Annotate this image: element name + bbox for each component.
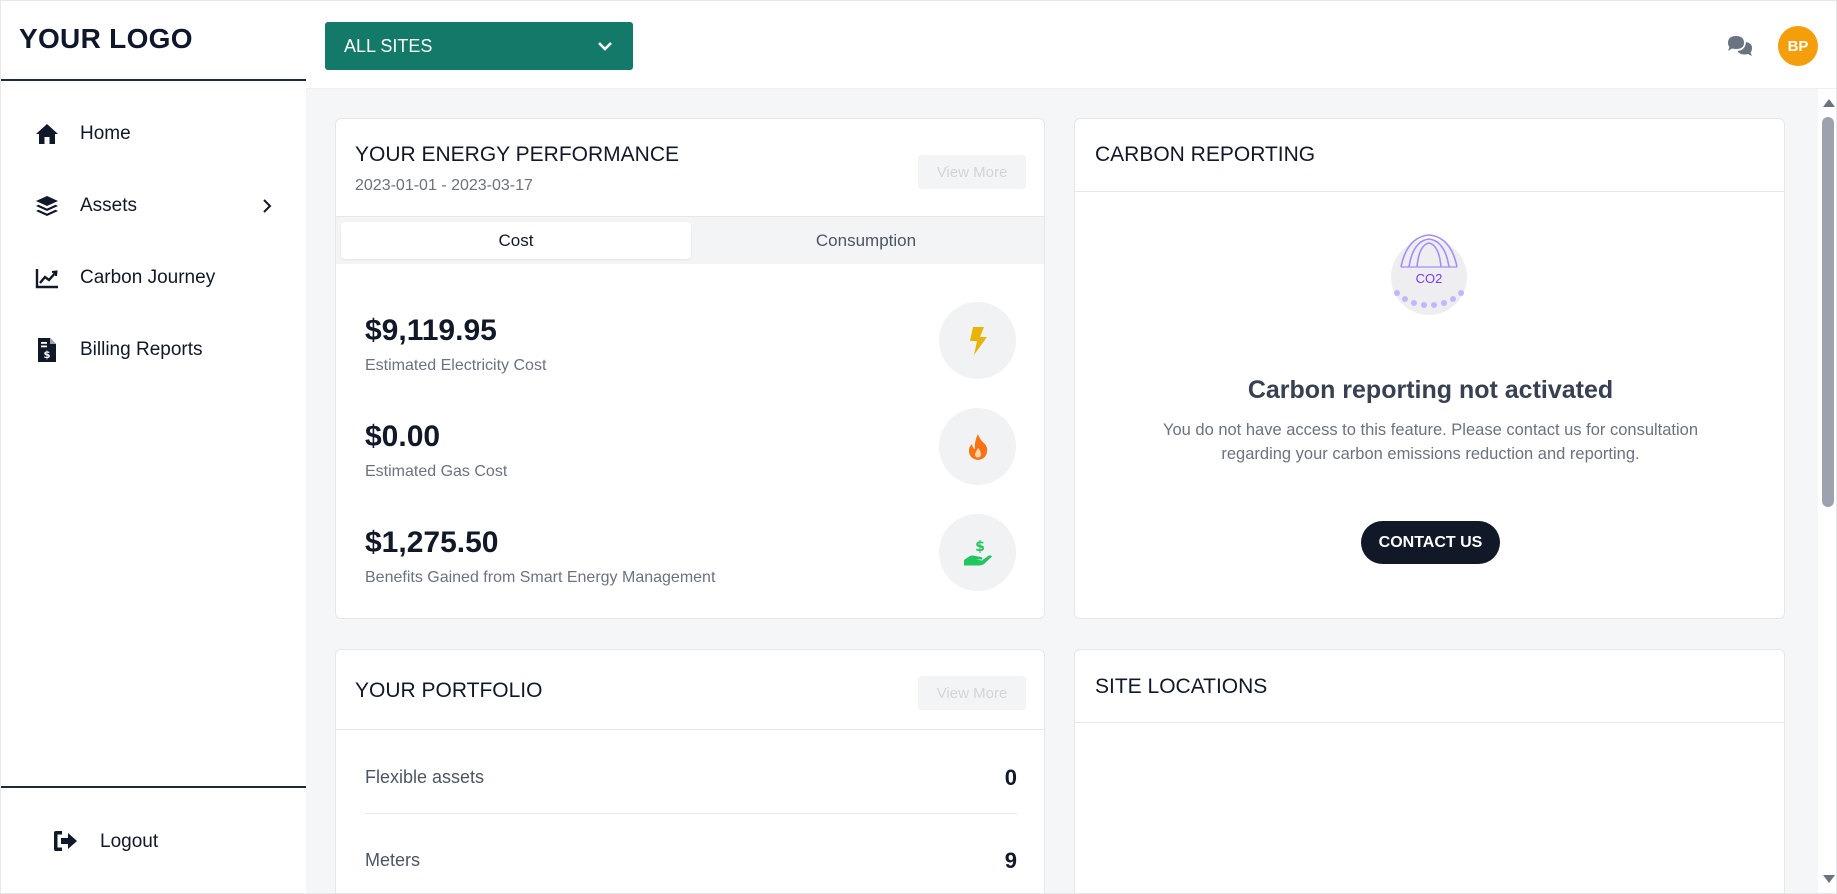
list-item: Flexible assets 0 <box>365 765 1017 849</box>
fire-icon <box>939 408 1016 485</box>
scroll-down-arrow-icon[interactable] <box>1823 875 1835 883</box>
divider <box>365 813 1017 814</box>
carbon-reporting-card: CARBON REPORTING CO2 Carbon reporting no… <box>1074 118 1785 619</box>
date-range: 2023-01-01 - 2023-03-17 <box>355 177 533 194</box>
tab-consumption[interactable]: Consumption <box>691 222 1041 259</box>
co2-icon: CO2 <box>1387 227 1471 317</box>
logout-label: Logout <box>100 831 159 852</box>
site-locations-card: SITE LOCATIONS <box>1074 649 1785 893</box>
svg-text:$: $ <box>44 350 51 361</box>
divider <box>1 79 306 81</box>
carbon-heading: Carbon reporting not activated <box>1247 376 1614 404</box>
energy-performance-card: YOUR ENERGY PERFORMANCE 2023-01-01 - 202… <box>335 118 1045 619</box>
chevron-down-icon <box>595 36 615 56</box>
scrollbar[interactable] <box>1818 89 1836 893</box>
invoice-dollar-icon: $ <box>35 338 59 362</box>
bolt-icon <box>939 302 1016 379</box>
logo: YOUR LOGO <box>19 23 193 54</box>
scrollbar-thumb[interactable] <box>1822 117 1834 507</box>
divider <box>1075 191 1784 192</box>
carbon-description: You do not have access to this feature. … <box>1162 421 1699 463</box>
tab-cost[interactable]: Cost <box>341 222 691 259</box>
home-icon <box>35 122 59 146</box>
site-select-dropdown[interactable]: ALL SITES <box>325 22 633 70</box>
metric-label: Benefits Gained from Smart Energy Manage… <box>365 569 716 586</box>
hand-dollar-icon: $ <box>939 514 1016 591</box>
contact-us-button[interactable]: CONTACT US <box>1361 521 1500 564</box>
chevron-right-icon <box>259 198 275 214</box>
dashboard-content: YOUR ENERGY PERFORMANCE 2023-01-01 - 202… <box>306 89 1818 893</box>
card-title: YOUR ENERGY PERFORMANCE <box>355 143 679 166</box>
sidebar-item-label: Home <box>80 123 131 144</box>
scroll-up-arrow-icon[interactable] <box>1823 99 1835 107</box>
card-title: CARBON REPORTING <box>1095 143 1316 166</box>
chart-line-icon <box>35 266 59 290</box>
view-more-button[interactable]: View More <box>918 676 1026 710</box>
divider <box>1075 722 1784 723</box>
card-title: SITE LOCATIONS <box>1095 675 1268 698</box>
divider <box>336 729 1044 730</box>
tab-bar: Cost Consumption <box>336 216 1044 264</box>
portfolio-label: Meters <box>365 850 421 870</box>
card-title: YOUR PORTFOLIO <box>355 679 543 702</box>
portfolio-value: 0 <box>1004 765 1017 790</box>
sidebar: YOUR LOGO Home Assets Carbon Journey $ B… <box>1 1 306 893</box>
layers-icon <box>35 194 59 218</box>
metric-value: $9,119.95 <box>365 314 497 347</box>
sidebar-item-carbon-journey[interactable]: Carbon Journey <box>1 250 306 306</box>
sign-out-icon <box>53 830 77 854</box>
sidebar-item-home[interactable]: Home <box>1 106 306 162</box>
top-bar: ALL SITES BP <box>306 1 1836 89</box>
sidebar-item-label: Billing Reports <box>80 339 203 360</box>
avatar[interactable]: BP <box>1778 26 1818 66</box>
logout-button[interactable]: Logout <box>1 816 306 868</box>
co2-text: CO2 <box>1416 271 1443 286</box>
portfolio-label: Flexible assets <box>365 767 485 787</box>
divider <box>1 786 306 788</box>
metric-benefits: $1,275.50 Benefits Gained from Smart Ene… <box>336 514 1044 616</box>
app-window: YOUR LOGO Home Assets Carbon Journey $ B… <box>0 0 1837 894</box>
svg-text:$: $ <box>975 539 985 555</box>
metric-gas: $0.00 Estimated Gas Cost <box>336 408 1044 510</box>
sidebar-item-label: Assets <box>80 195 138 216</box>
metric-electricity: $9,119.95 Estimated Electricity Cost <box>336 302 1044 404</box>
metric-label: Estimated Gas Cost <box>365 463 508 480</box>
portfolio-value: 9 <box>1004 848 1017 873</box>
metric-value: $0.00 <box>365 420 441 453</box>
sidebar-item-label: Carbon Journey <box>80 267 216 288</box>
metric-value: $1,275.50 <box>365 526 499 559</box>
sidebar-item-assets[interactable]: Assets <box>1 178 306 234</box>
chat-icon[interactable] <box>1726 34 1754 58</box>
sidebar-item-billing-reports[interactable]: $ Billing Reports <box>1 322 306 378</box>
metric-label: Estimated Electricity Cost <box>365 357 547 374</box>
site-select-label: ALL SITES <box>344 35 433 56</box>
portfolio-card: YOUR PORTFOLIO View More Flexible assets… <box>335 649 1045 893</box>
list-item: Meters 9 <box>365 848 1017 893</box>
view-more-button[interactable]: View More <box>918 155 1026 189</box>
